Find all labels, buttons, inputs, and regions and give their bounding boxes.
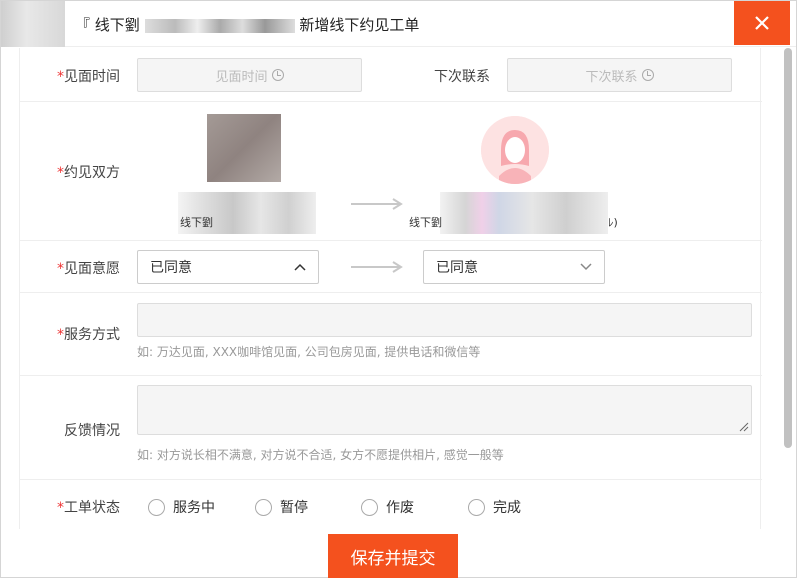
close-button[interactable] [734,1,790,45]
chevron-up-icon [294,263,306,271]
meet-time-label: *见面时间 [57,69,120,85]
right-party-name: 线下劉 [409,216,442,229]
female-avatar-icon [481,116,549,184]
status-radio-complete[interactable]: 完成 [468,497,521,517]
right-party-avatar[interactable] [481,116,549,184]
left-intent-select[interactable]: 已同意 [137,250,319,284]
radio-circle [361,498,378,516]
arrow-right-icon [351,261,403,273]
blurred-title-segment [144,18,295,33]
close-icon [755,16,769,30]
row-parties: *约见双方 线下劉 线下劉 ﾚ) [20,102,762,241]
scrollbar-thumb[interactable] [784,48,792,448]
chevron-down-icon [580,263,592,271]
radio-circle [255,498,272,516]
service-mode-input[interactable] [137,303,752,337]
status-radio-paused[interactable]: 暂停 [255,497,308,517]
dialog-titlebar: 『 线下劉 新增线下约见工单 [1,1,796,47]
next-contact-input[interactable]: 下次联系 [507,58,732,92]
service-mode-label: *服务方式 [57,327,120,343]
right-party-suffix: ﾚ) [608,216,618,229]
form-body: *见面时间 见面时间 下次联系 下次联系 *约见双方 线下劉 线下劉 ﾚ) *见… [19,48,762,529]
radio-circle [148,498,165,516]
row-status: *工单状态 服务中 暂停 作废 完成 [20,480,762,529]
row-service-mode: *服务方式 如: 万达见面, XXX咖啡馆见面, 公司包房见面, 提供电话和微信… [20,293,762,376]
left-intent-value: 已同意 [150,260,192,276]
left-party-photo[interactable] [207,114,281,182]
feedback-label: 反馈情况 [64,423,120,439]
clock-icon [271,69,284,81]
title-suffix: 新增线下约见工单 [299,16,420,34]
next-contact-label: 下次联系 [434,69,490,85]
right-intent-value: 已同意 [436,260,478,276]
parties-label: *约见双方 [57,165,120,181]
right-party-blur [440,192,608,234]
row-feedback: 反馈情况 如: 对方说长相不满意, 对方说不合适, 女方不愿提供相片, 感觉一般… [20,376,762,480]
meet-time-input[interactable]: 见面时间 [137,58,362,92]
resize-handle-icon[interactable] [739,422,749,432]
status-radio-void[interactable]: 作废 [361,497,414,517]
title-prefix: 『 线下劉 [75,16,140,34]
save-submit-button[interactable]: 保存并提交 [328,534,458,578]
right-intent-select[interactable]: 已同意 [423,250,605,284]
blurred-avatar [1,1,65,47]
next-contact-placeholder: 下次联系 [585,69,638,85]
intent-label: *见面意愿 [57,261,120,277]
status-label: *工单状态 [57,500,120,516]
radio-circle [468,498,485,516]
feedback-textarea[interactable] [137,385,752,435]
service-mode-hint: 如: 万达见面, XXX咖啡馆见面, 公司包房见面, 提供电话和微信等 [137,345,481,359]
work-order-dialog: 『 线下劉 新增线下约见工单 *见面时间 见面时间 下次联系 下次联系 *约见双… [0,0,797,578]
row-intent: *见面意愿 已同意 已同意 [20,241,762,293]
feedback-hint: 如: 对方说长相不满意, 对方说不合适, 女方不愿提供相片, 感觉一般等 [137,448,504,462]
scrollbar[interactable] [782,48,794,518]
arrow-right-icon [351,198,403,210]
clock-icon [641,69,654,81]
left-party-name: 线下劉 [180,216,213,229]
meet-time-placeholder: 见面时间 [215,69,268,85]
dialog-title: 『 线下劉 新增线下约见工单 [75,14,419,35]
status-radio-in-service[interactable]: 服务中 [148,497,215,517]
row-meet-time: *见面时间 见面时间 下次联系 下次联系 [20,48,762,102]
